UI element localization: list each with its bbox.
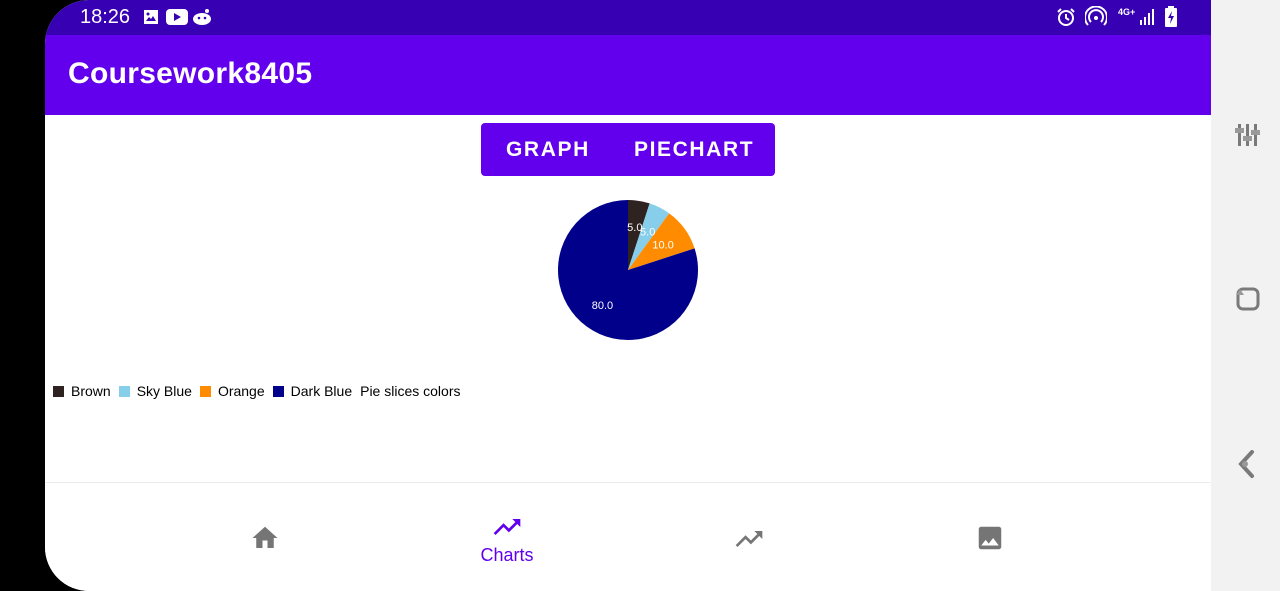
app-title: Coursework8405 [68, 57, 313, 90]
legend-swatch [53, 385, 64, 397]
trending-up-icon [493, 519, 521, 535]
legend-description: Pie slices colors [360, 383, 461, 399]
app-bar: Coursework8405 [45, 35, 1211, 115]
nav-charts-label: Charts [480, 545, 534, 565]
chart-legend: Brown Sky Blue Orange Dark Blue Pie slices c… [53, 381, 460, 401]
legend-item: Brown [53, 383, 111, 399]
trending-up-icon [735, 531, 763, 547]
image-icon [978, 526, 1002, 550]
pie-slice-value-label: 10.0 [652, 239, 673, 251]
signal-icon [1140, 9, 1154, 25]
home-icon [252, 526, 278, 548]
rotate-icon[interactable] [1234, 285, 1262, 313]
reddit-icon [193, 9, 211, 25]
status-time: 18:26 [80, 6, 131, 28]
pie-slice-value-label: 80.0 [592, 300, 613, 312]
status-bar: 18:26 4G+ [45, 0, 1211, 35]
nav-home[interactable] [165, 483, 365, 591]
legend-swatch [199, 385, 211, 397]
sliders-icon[interactable] [1235, 120, 1261, 150]
network-4g-icon: 4G+ [1118, 7, 1136, 17]
legend-label: Dark Blue [290, 383, 353, 399]
pin-icon[interactable] [1237, 450, 1259, 480]
legend-swatch [272, 385, 284, 397]
alarm-icon [1057, 8, 1075, 26]
battery-charging-icon [1165, 6, 1177, 27]
nav-images[interactable] [890, 483, 1090, 591]
pie-chart: 5.05.010.080.0 [557, 200, 698, 340]
legend-swatch [118, 385, 130, 397]
pie-slice-value-label: 5.0 [640, 226, 655, 238]
legend-item: Dark Blue [272, 383, 353, 399]
nav-charts[interactable]: Charts [407, 483, 607, 591]
phone-screen: 18:26 4G+ Coursework8405 GRAPH PIECHART … [45, 0, 1211, 591]
image-icon [144, 10, 158, 24]
youtube-icon [166, 9, 188, 25]
legend-label: Orange [217, 383, 265, 399]
legend-item: Sky Blue [118, 383, 192, 399]
hotspot-icon [1085, 6, 1107, 26]
legend-label: Sky Blue [136, 383, 192, 399]
legend-label: Brown [71, 383, 111, 399]
bottom-navigation: Charts [45, 482, 1211, 591]
side-panel [1211, 0, 1280, 591]
nav-graph[interactable] [648, 483, 848, 591]
legend-item: Orange [199, 383, 265, 399]
